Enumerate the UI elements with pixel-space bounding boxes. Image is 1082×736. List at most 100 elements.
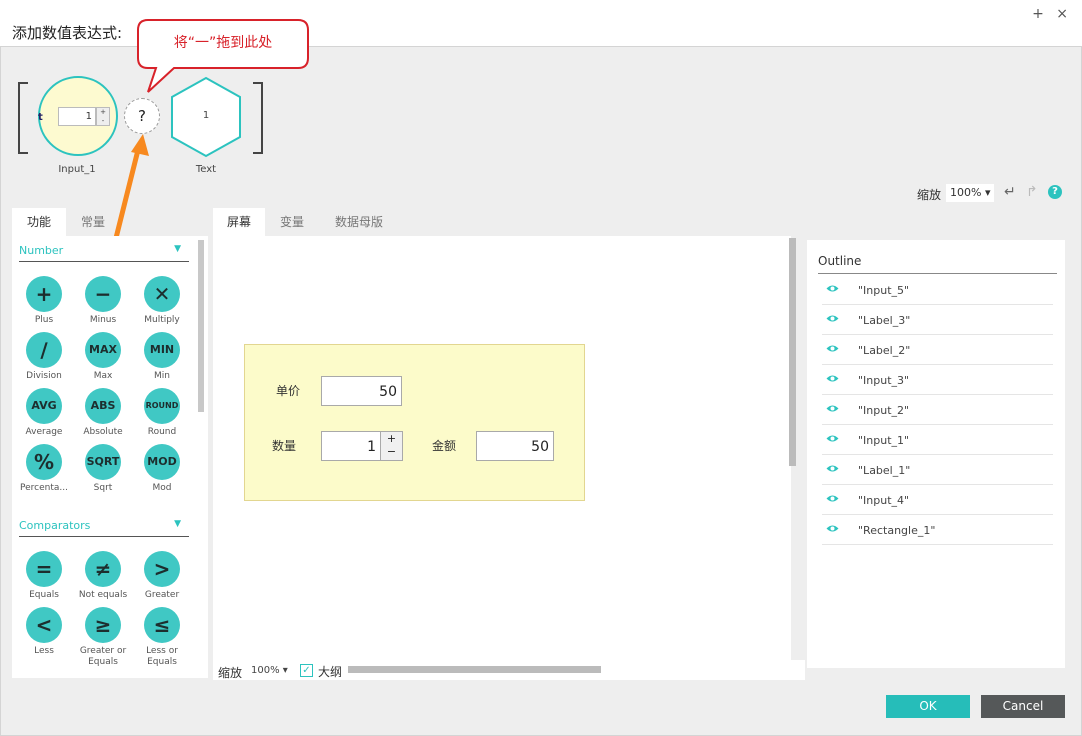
equals-icon: =: [26, 551, 62, 587]
outline-item[interactable]: "Label_2": [822, 335, 1053, 365]
amount-input[interactable]: 50: [476, 431, 554, 461]
outline-item-name: "Input_2": [858, 404, 910, 417]
greater-icon: >: [144, 551, 180, 587]
outline-item-name: "Input_3": [858, 374, 910, 387]
eye-icon[interactable]: [826, 494, 839, 503]
plus-icon: +: [26, 276, 62, 312]
outline-item[interactable]: "Input_2": [822, 395, 1053, 425]
tab-screen[interactable]: 屏幕: [213, 208, 265, 236]
max-icon: MAX: [85, 332, 121, 368]
percenta-icon: %: [26, 444, 62, 480]
zoom-select[interactable]: 100% ▾: [946, 184, 994, 202]
help-icon[interactable]: ?: [1048, 185, 1062, 199]
eye-icon[interactable]: [826, 344, 839, 353]
eye-icon[interactable]: [826, 404, 839, 413]
quantity-input[interactable]: 1: [321, 431, 381, 461]
outline-item[interactable]: "Label_1": [822, 455, 1053, 485]
input-node-letter: t: [38, 112, 43, 123]
function-label: Multiply: [144, 315, 180, 325]
tab-functions[interactable]: 功能: [12, 208, 66, 236]
function-label: Mod: [152, 483, 172, 493]
function-label: Less or Equals: [146, 646, 178, 667]
function-greater-button[interactable]: > Greater: [127, 551, 197, 605]
callout-bubble: [137, 19, 309, 93]
multiply-icon: ✕: [144, 276, 180, 312]
sqrt-icon: SQRT: [85, 444, 121, 480]
minus-icon: −: [85, 276, 121, 312]
outline-item-name: "Label_1": [858, 464, 911, 477]
min-icon: MIN: [144, 332, 180, 368]
chevron-down-icon: ▼: [174, 519, 181, 529]
outline-item[interactable]: "Input_5": [822, 275, 1053, 305]
section-comparators[interactable]: Comparators ▼: [19, 519, 189, 537]
function-less-or-equals-button[interactable]: ≤ Less or Equals: [127, 607, 197, 667]
not-equals-icon: ≠: [85, 551, 121, 587]
outline-item-name: "Label_3": [858, 314, 911, 327]
canvas-zoom-select[interactable]: 100% ▾: [251, 665, 288, 676]
outline-item[interactable]: "Label_3": [822, 305, 1053, 335]
text-node-name: Text: [195, 164, 217, 175]
function-round-button[interactable]: ROUND Round: [127, 388, 197, 442]
outline-item-name: "Input_4": [858, 494, 910, 507]
operator-drop-slot[interactable]: ?: [124, 98, 160, 134]
label-amount[interactable]: 金额: [432, 437, 456, 454]
chevron-down-icon: ▼: [174, 244, 181, 254]
redo-icon[interactable]: ↱: [1026, 184, 1038, 200]
function-multiply-button[interactable]: ✕ Multiply: [127, 276, 197, 330]
window-controls[interactable]: + ×: [1032, 6, 1072, 22]
outline-item-name: "Rectangle_1": [858, 524, 936, 537]
tab-data-master[interactable]: 数据母版: [321, 208, 397, 236]
text-node-value: 1: [202, 110, 210, 121]
outline-title: Outline: [818, 254, 862, 268]
input-node-field[interactable]: 1: [58, 107, 96, 126]
function-label: Greater: [144, 590, 180, 600]
outline-checkbox[interactable]: ✓: [300, 664, 313, 677]
absolute-icon: ABS: [85, 388, 121, 424]
eye-icon[interactable]: [826, 434, 839, 443]
eye-icon[interactable]: [826, 524, 839, 533]
outline-checkbox-label: 大纲: [318, 665, 343, 679]
canvas-zoom-label: 缩放: [218, 666, 243, 680]
unit-price-input[interactable]: 50: [321, 376, 402, 406]
average-icon: AVG: [26, 388, 62, 424]
section-number-label: Number: [19, 244, 64, 257]
outline-item[interactable]: "Input_3": [822, 365, 1053, 395]
canvas-scrollbar-horizontal[interactable]: [348, 666, 601, 673]
division-icon: ∕: [26, 332, 62, 368]
rectangle-1[interactable]: [244, 344, 585, 501]
ok-button[interactable]: OK: [886, 695, 970, 718]
less-icon: <: [26, 607, 62, 643]
input-node-stepper[interactable]: + -: [96, 107, 110, 126]
outline-item-name: "Input_1": [858, 434, 910, 447]
eye-icon[interactable]: [826, 374, 839, 383]
eye-icon[interactable]: [826, 314, 839, 323]
label-unit-price[interactable]: 单价: [276, 382, 300, 399]
function-min-button[interactable]: MIN Min: [127, 332, 197, 386]
undo-icon[interactable]: ↵: [1004, 184, 1016, 200]
outline-item-name: "Label_2": [858, 344, 911, 357]
quantity-stepper[interactable]: + −: [380, 431, 403, 461]
eye-icon[interactable]: [826, 284, 839, 293]
eye-icon[interactable]: [826, 464, 839, 473]
section-comparators-label: Comparators: [19, 519, 91, 532]
function-mod-button[interactable]: MOD Mod: [127, 444, 197, 498]
less-or-equals-icon: ≤: [144, 607, 180, 643]
outline-item[interactable]: "Input_1": [822, 425, 1053, 455]
outline-item[interactable]: "Input_4": [822, 485, 1053, 515]
tab-variables[interactable]: 变量: [265, 208, 319, 236]
callout-text: 将“一”拖到此处: [173, 35, 273, 51]
outline-item-name: "Input_5": [858, 284, 910, 297]
outline-item[interactable]: "Rectangle_1": [822, 515, 1053, 545]
functions-scrollbar[interactable]: [198, 240, 204, 412]
tab-constants[interactable]: 常量: [66, 208, 120, 236]
mod-icon: MOD: [144, 444, 180, 480]
function-label: Round: [147, 427, 177, 437]
outline-divider: [818, 273, 1057, 274]
function-label: Min: [154, 371, 170, 381]
section-number[interactable]: Number ▼: [19, 244, 189, 262]
canvas-scrollbar-vertical[interactable]: [789, 238, 796, 466]
greater-or-equals-icon: ≥: [85, 607, 121, 643]
zoom-label: 缩放: [917, 188, 942, 202]
cancel-button[interactable]: Cancel: [981, 695, 1065, 718]
label-quantity[interactable]: 数量: [272, 437, 296, 454]
